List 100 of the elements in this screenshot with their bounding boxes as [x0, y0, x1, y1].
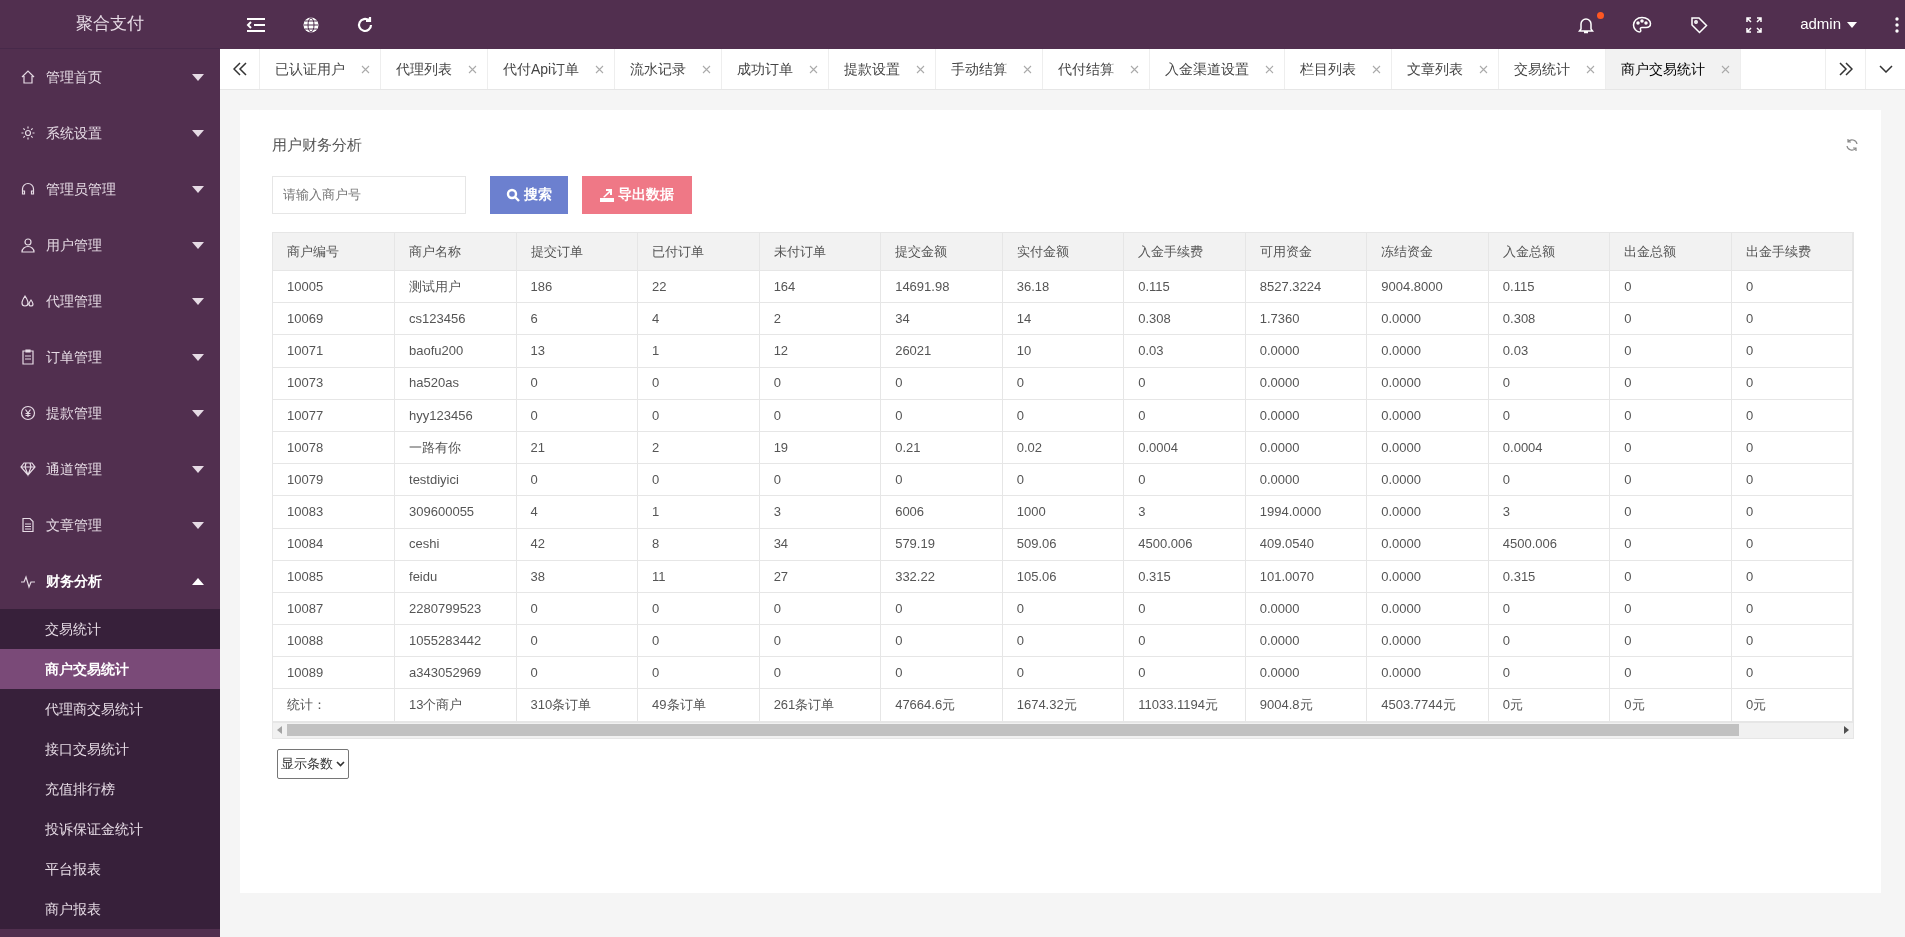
pulse-icon	[20, 573, 36, 589]
table-cell: 38	[516, 560, 638, 593]
column-header: 出金手续费	[1731, 232, 1853, 271]
table-cell: 10005	[273, 270, 395, 303]
table-cell: 0.115	[1488, 270, 1610, 303]
sidebar-item[interactable]: 文章管理	[0, 497, 220, 553]
more-icon[interactable]	[1895, 16, 1899, 33]
refresh-icon[interactable]	[356, 15, 374, 34]
table-cell: ha520as	[394, 367, 517, 400]
table-cell: 0	[1731, 560, 1853, 593]
table-cell: 0	[1609, 463, 1732, 496]
table-cell: 0	[759, 367, 881, 400]
close-icon[interactable]	[1586, 64, 1596, 74]
globe-icon[interactable]	[302, 15, 320, 34]
table-cell: 0	[759, 656, 881, 689]
fullscreen-icon[interactable]	[1746, 16, 1763, 33]
export-icon	[600, 187, 614, 202]
caret-icon	[192, 73, 204, 81]
table-cell: 0	[1123, 367, 1246, 400]
close-icon[interactable]	[595, 64, 605, 74]
close-icon[interactable]	[1265, 64, 1275, 74]
table-cell: 0.0000	[1366, 463, 1489, 496]
user-menu[interactable]: admin	[1800, 13, 1857, 36]
column-header: 提交订单	[516, 232, 638, 271]
table-cell: 0	[880, 624, 1003, 657]
table-cell: 1994.0000	[1245, 495, 1367, 528]
tab[interactable]: 商户交易统计	[1606, 49, 1742, 89]
palette-icon[interactable]	[1632, 15, 1653, 34]
close-icon[interactable]	[702, 64, 712, 74]
total-cell: 49条订单	[637, 688, 760, 722]
submenu-item[interactable]: 商户报表	[0, 889, 220, 929]
table-cell: 0	[516, 367, 638, 400]
table-cell: 10071	[273, 334, 395, 368]
table-cell: 0.0000	[1366, 399, 1489, 432]
table-cell: 13	[516, 334, 638, 368]
table-cell: 0	[1488, 367, 1610, 400]
submenu-item[interactable]: 交易统计	[0, 609, 220, 649]
submenu-item[interactable]: 投诉保证金统计	[0, 809, 220, 849]
table-cell: 0.115	[1123, 270, 1246, 303]
table-cell: 0	[637, 624, 760, 657]
close-icon[interactable]	[916, 64, 926, 74]
table-cell: 164	[759, 270, 881, 303]
submenu-item[interactable]: 充值排行榜	[0, 769, 220, 809]
table-cell: 4	[516, 495, 638, 528]
user-icon	[20, 237, 36, 253]
table-cell: 0	[1731, 270, 1853, 303]
submenu-item[interactable]: 代理商交易统计	[0, 689, 220, 729]
home-icon	[20, 69, 36, 85]
table-cell: 27	[759, 560, 881, 593]
caret-icon	[1847, 21, 1857, 28]
caret-icon	[192, 185, 204, 193]
sidebar-item[interactable]: 管理首页	[0, 49, 220, 105]
submenu-item[interactable]: 平台报表	[0, 849, 220, 889]
caret-icon	[192, 129, 204, 137]
submenu-item[interactable]: 商户交易统计	[0, 649, 220, 689]
close-icon[interactable]	[1130, 64, 1140, 74]
search-icon	[506, 187, 520, 202]
table-cell: 0	[1609, 367, 1732, 400]
sidebar-item[interactable]: 通道管理	[0, 441, 220, 497]
tag-icon[interactable]	[1690, 15, 1709, 34]
table-cell: 0	[1002, 463, 1124, 496]
table-cell: 409.0540	[1245, 528, 1367, 561]
table-cell: 0.0000	[1366, 334, 1489, 368]
sidebar-item[interactable]: 代理管理	[0, 273, 220, 329]
column-header: 实付金额	[1002, 232, 1124, 271]
merchant-search-field[interactable]: 请输入商户号	[272, 175, 466, 214]
close-icon[interactable]	[1721, 64, 1731, 74]
table-cell: 0.0004	[1123, 431, 1246, 464]
submenu-item[interactable]: 接口交易统计	[0, 729, 220, 769]
table-cell: 0	[1002, 624, 1124, 657]
table-cell: 8527.3224	[1245, 270, 1367, 303]
bell-icon[interactable]	[1578, 15, 1595, 34]
scrollbar-thumb[interactable]	[287, 724, 1739, 737]
table-cell: 0.02	[1002, 431, 1124, 464]
table-cell: 3	[759, 495, 881, 528]
table-cell: 0.308	[1488, 302, 1610, 335]
column-header: 冻结资金	[1366, 232, 1489, 271]
close-icon[interactable]	[809, 64, 819, 74]
sidebar-item[interactable]: 系统设置	[0, 105, 220, 161]
page-size-select[interactable]: 显示条数	[277, 748, 349, 779]
drops-icon	[20, 293, 36, 309]
close-icon[interactable]	[1479, 64, 1489, 74]
table-cell: 0	[637, 367, 760, 400]
total-cell: 11033.1194元	[1123, 688, 1246, 722]
table-cell: a343052969	[394, 656, 517, 689]
close-icon[interactable]	[361, 64, 370, 74]
menu-collapse-icon[interactable]	[246, 16, 266, 33]
table-cell: 0	[880, 399, 1003, 432]
sidebar-item[interactable]: 提款管理	[0, 385, 220, 441]
sidebar-item[interactable]: 订单管理	[0, 329, 220, 385]
table-cell: 332.22	[880, 560, 1003, 593]
sidebar-item[interactable]: 用户管理	[0, 217, 220, 273]
close-icon[interactable]	[1372, 64, 1382, 74]
table-cell: 0	[759, 592, 881, 625]
table-cell: 0	[1609, 656, 1732, 689]
close-icon[interactable]	[468, 64, 477, 74]
search-button[interactable]: 搜索	[490, 175, 568, 214]
close-icon[interactable]	[1023, 64, 1033, 74]
column-header: 入金手续费	[1123, 232, 1246, 271]
sidebar-item[interactable]: 管理员管理	[0, 161, 220, 217]
